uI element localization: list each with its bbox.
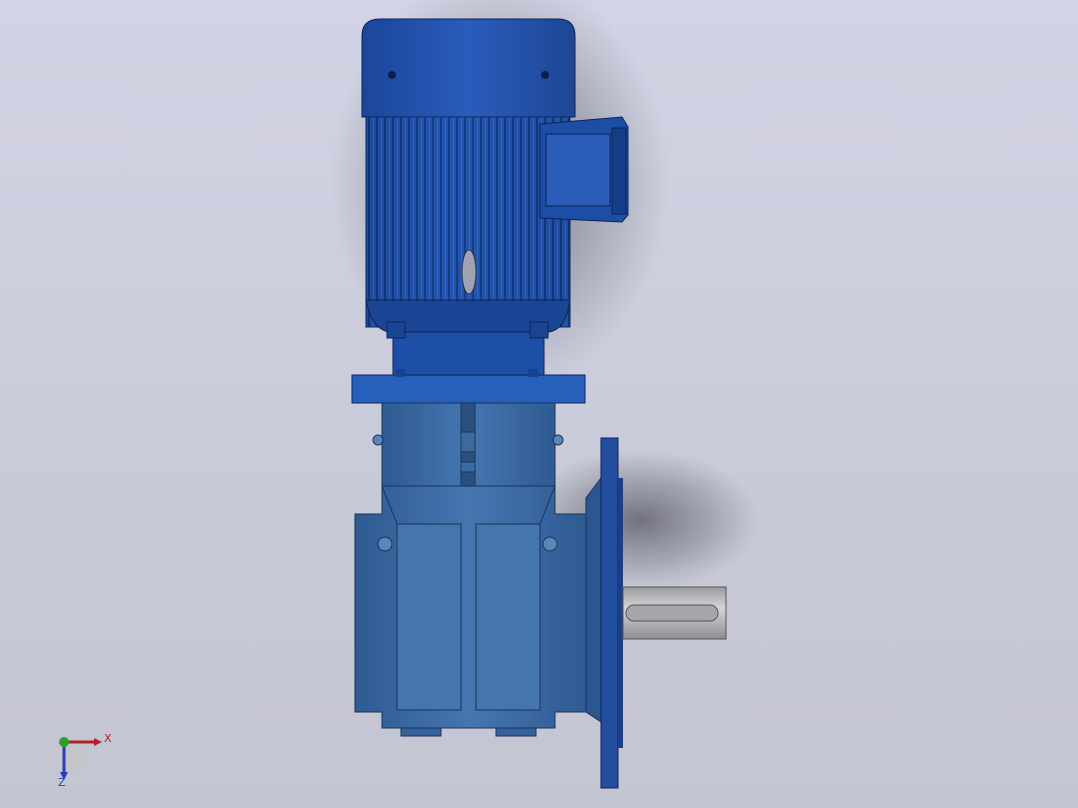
cap-bolt-left: [388, 71, 396, 79]
z-axis-label: Z: [58, 776, 66, 789]
output-shaft[interactable]: [622, 586, 727, 640]
lifting-eye: [461, 249, 477, 295]
y-axis-dot: [59, 737, 69, 747]
gearmotor-model[interactable]: [0, 0, 1078, 808]
terminal-box[interactable]: [539, 116, 629, 223]
output-flange[interactable]: [600, 437, 619, 789]
cap-bolt-right: [541, 71, 549, 79]
x-axis-label: X: [104, 732, 112, 745]
graphics-viewport[interactable]: X Z: [0, 0, 1078, 808]
shaft-keyway: [625, 604, 719, 622]
